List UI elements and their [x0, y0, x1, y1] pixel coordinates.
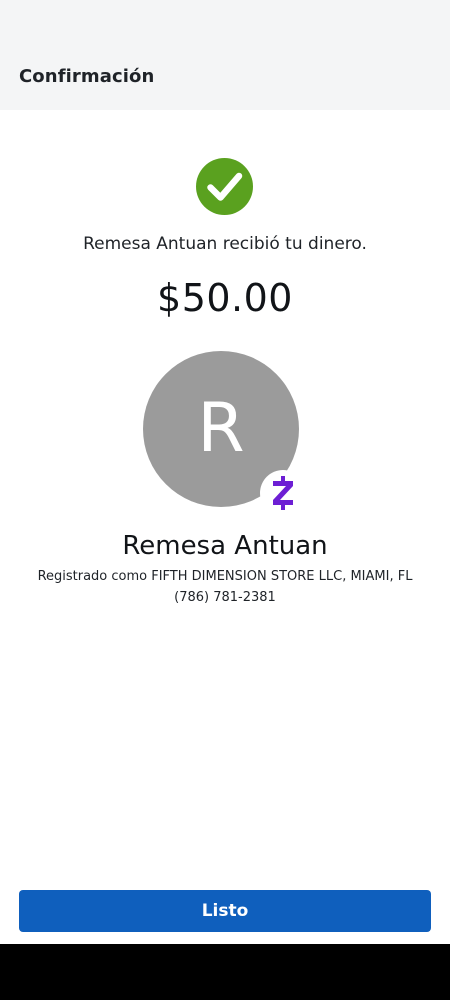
done-button[interactable]: Listo — [19, 890, 431, 932]
recipient-registration: Registrado como FIFTH DIMENSION STORE LL… — [37, 569, 413, 584]
check-circle-icon — [196, 158, 253, 215]
confirmation-screen: Confirmación Remesa Antuan recibió tu di… — [0, 0, 450, 944]
page-title: Confirmación — [19, 66, 155, 87]
confirmation-message: Remesa Antuan recibió tu dinero. — [83, 234, 367, 254]
app-header: Confirmación — [0, 0, 450, 110]
zelle-badge — [260, 470, 306, 516]
recipient-name: Remesa Antuan — [122, 531, 328, 561]
transfer-amount: $50.00 — [157, 276, 293, 320]
recipient-phone: (786) 781-2381 — [174, 590, 276, 605]
